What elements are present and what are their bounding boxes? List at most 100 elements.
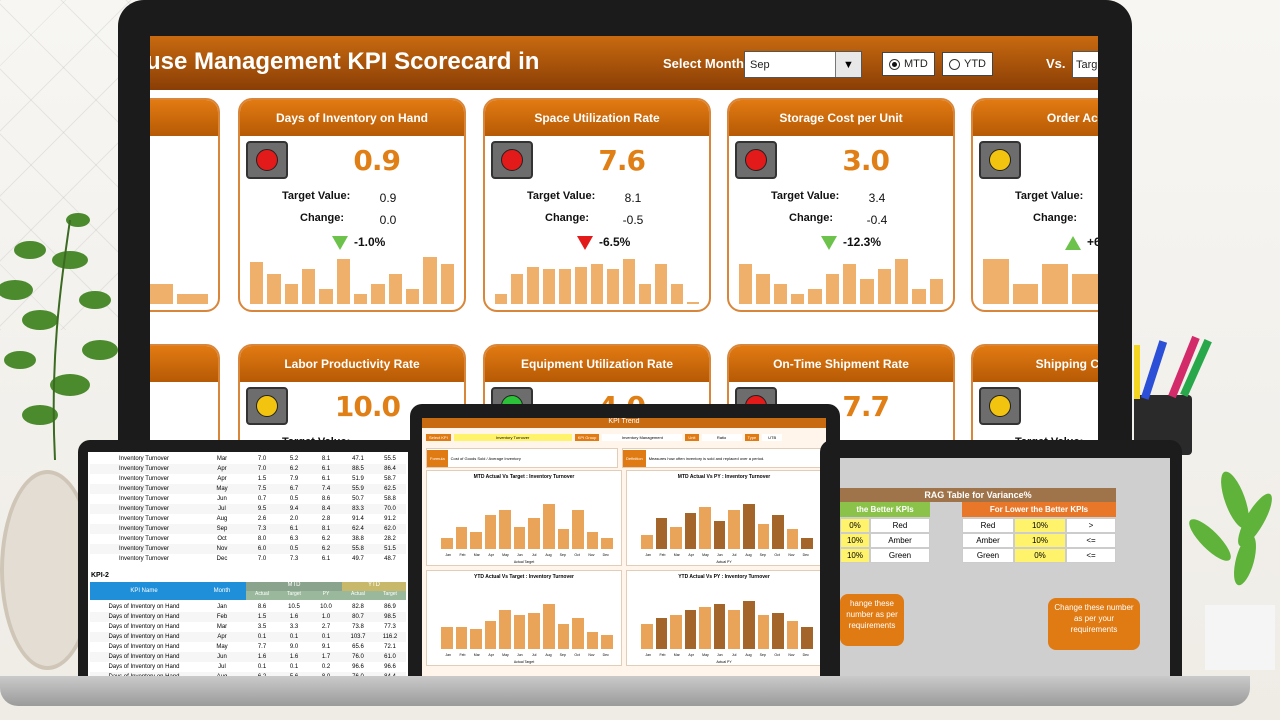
ytd-radio[interactable]: YTD: [942, 52, 993, 76]
mini-bar: [825, 274, 839, 304]
table-cell: Aug: [216, 516, 228, 522]
table-row: Inventory Turnover Jul 9.5 9.4 8.4 83.3 70.0: [90, 504, 406, 514]
chevron-down-icon[interactable]: ▼: [835, 52, 861, 77]
ytd-header: YTD: [342, 582, 406, 591]
table-cell: Jan: [217, 604, 227, 610]
table-cell: 0.2: [321, 664, 331, 670]
chart-bars: [641, 593, 813, 649]
x-tick-label: Feb: [659, 553, 666, 557]
kpi-card: [150, 344, 220, 440]
month-header: Month: [213, 588, 231, 594]
kpi-value: 0.9: [353, 144, 401, 177]
table-cell: 0.5: [289, 496, 299, 502]
table-cell: 0.5: [289, 546, 299, 552]
table-cell: 6.1: [321, 466, 331, 472]
up-green-arrow-icon: [1065, 236, 1081, 250]
chart-legend: Actual Target: [513, 560, 535, 564]
chart-legend: Actual Target: [513, 660, 535, 664]
table-cell: 8.0: [257, 536, 267, 542]
kpi-value: 7.7: [842, 390, 890, 423]
x-axis-labels: Jan Feb Mar Apr May Jun Jul Aug Sep Oct Nov Dec: [641, 653, 813, 657]
mini-bar-chart: [150, 254, 209, 304]
month-dropdown[interactable]: Sep ▼: [744, 51, 862, 78]
higher-better-title: the Better KPIs: [840, 502, 930, 517]
target-header: Target: [287, 591, 301, 597]
rag-threshold-cell[interactable]: 10%: [1014, 518, 1066, 533]
table-cell: 1.0: [321, 614, 331, 620]
mini-bar: [319, 289, 333, 304]
table-cell: Sep: [216, 526, 228, 532]
chart-bar: [713, 604, 726, 649]
x-tick-label: Apr: [688, 553, 694, 557]
rag-operator-cell: <=: [1066, 548, 1116, 563]
chart-bar: [757, 523, 770, 549]
mini-bar: [495, 294, 507, 304]
vs-dropdown[interactable]: Targ: [1072, 51, 1098, 78]
table-cell: 73.8: [352, 624, 364, 630]
target-label: Target Value:: [771, 190, 840, 202]
mini-bar: [1042, 264, 1069, 304]
x-tick-label: Aug: [745, 653, 752, 657]
table-cell: 80.7: [352, 614, 364, 620]
chart-bar: [655, 518, 668, 549]
table-cell: 2.6: [257, 516, 267, 522]
mini-bar-chart: [495, 254, 699, 304]
chart-bar: [513, 615, 526, 649]
table-row: Days of Inventory on Hand Feb 1.5 1.6 1.0 80.…: [90, 612, 406, 622]
table-cell: 58.8: [384, 496, 396, 502]
chart-bar: [728, 609, 741, 649]
x-tick-label: Jun: [516, 653, 523, 657]
radio-unselected-icon: [949, 58, 960, 70]
table-cell: Inventory Turnover: [118, 526, 170, 532]
chart-legend: Actual PY: [716, 660, 732, 664]
mini-bar: [388, 274, 402, 304]
mini-bar: [639, 284, 651, 304]
table-cell: 2.7: [321, 624, 331, 630]
kpi-card-title: Equipment Utilization Rate: [485, 346, 709, 382]
table-cell: 58.7: [384, 476, 396, 482]
table-cell: 47.1: [352, 456, 364, 462]
table-cell: 1.6: [257, 654, 267, 660]
rag-threshold-cell[interactable]: 10%: [1014, 533, 1066, 548]
mini-bar: [1072, 274, 1098, 304]
mini-bar: [353, 294, 368, 304]
chart-bar: [601, 537, 613, 549]
chart-bar: [641, 623, 653, 649]
vs-label: Vs.: [1046, 56, 1066, 71]
rag-threshold-cell[interactable]: 10%: [840, 533, 870, 548]
data-sheet-screen: Inventory Turnover Mar 7.0 5.2 8.1 47.1 55.5 In…: [88, 452, 408, 678]
select-kpi-value[interactable]: Inventory Turnover: [453, 433, 572, 441]
x-tick-label: Sep: [759, 553, 766, 557]
table-cell: 28.2: [384, 536, 396, 542]
table-cell: Inventory Turnover: [118, 536, 170, 542]
mini-bar: [405, 289, 420, 304]
rag-threshold-cell[interactable]: 0%: [1014, 548, 1066, 563]
chart-bar: [772, 612, 784, 649]
table-row: Inventory Turnover Apr 1.5 7.9 6.1 51.9 58.7: [90, 474, 406, 484]
rag-threshold-cell[interactable]: 10%: [840, 548, 870, 563]
mini-bar: [575, 266, 587, 304]
plant-decoration: [0, 213, 118, 460]
table-cell: Jun: [217, 496, 227, 502]
chart-bar: [699, 607, 711, 649]
mtd-radio[interactable]: MTD: [882, 52, 935, 76]
table-cell: Inventory Turnover: [118, 456, 170, 462]
kpi-card-title: Labor Productivity Rate: [240, 346, 464, 382]
x-tick-label: Jan: [645, 653, 651, 657]
mini-bar: [671, 284, 683, 304]
table-cell: 10.5: [288, 604, 300, 610]
table-cell: 1.6: [289, 654, 299, 660]
kpi-trend-header: KPI Trend: [422, 418, 826, 428]
rag-operator-cell: <=: [1066, 533, 1116, 548]
kpi-group-label: KPI Group: [574, 433, 600, 441]
chart-title: MTD Actual Vs PY : Inventory Turnover: [677, 474, 771, 480]
table-cell: 62.5: [384, 486, 396, 492]
chart-title: MTD Actual Vs Target : Inventory Turnove…: [473, 474, 575, 480]
table-cell: 1.5: [257, 476, 267, 482]
mini-bar: [912, 289, 926, 304]
chart-bar: [499, 609, 511, 649]
table-cell: 9.1: [321, 644, 331, 650]
mini-bar: [284, 284, 298, 304]
mini-bar: [655, 264, 667, 304]
rag-threshold-cell[interactable]: 0%: [840, 518, 870, 533]
